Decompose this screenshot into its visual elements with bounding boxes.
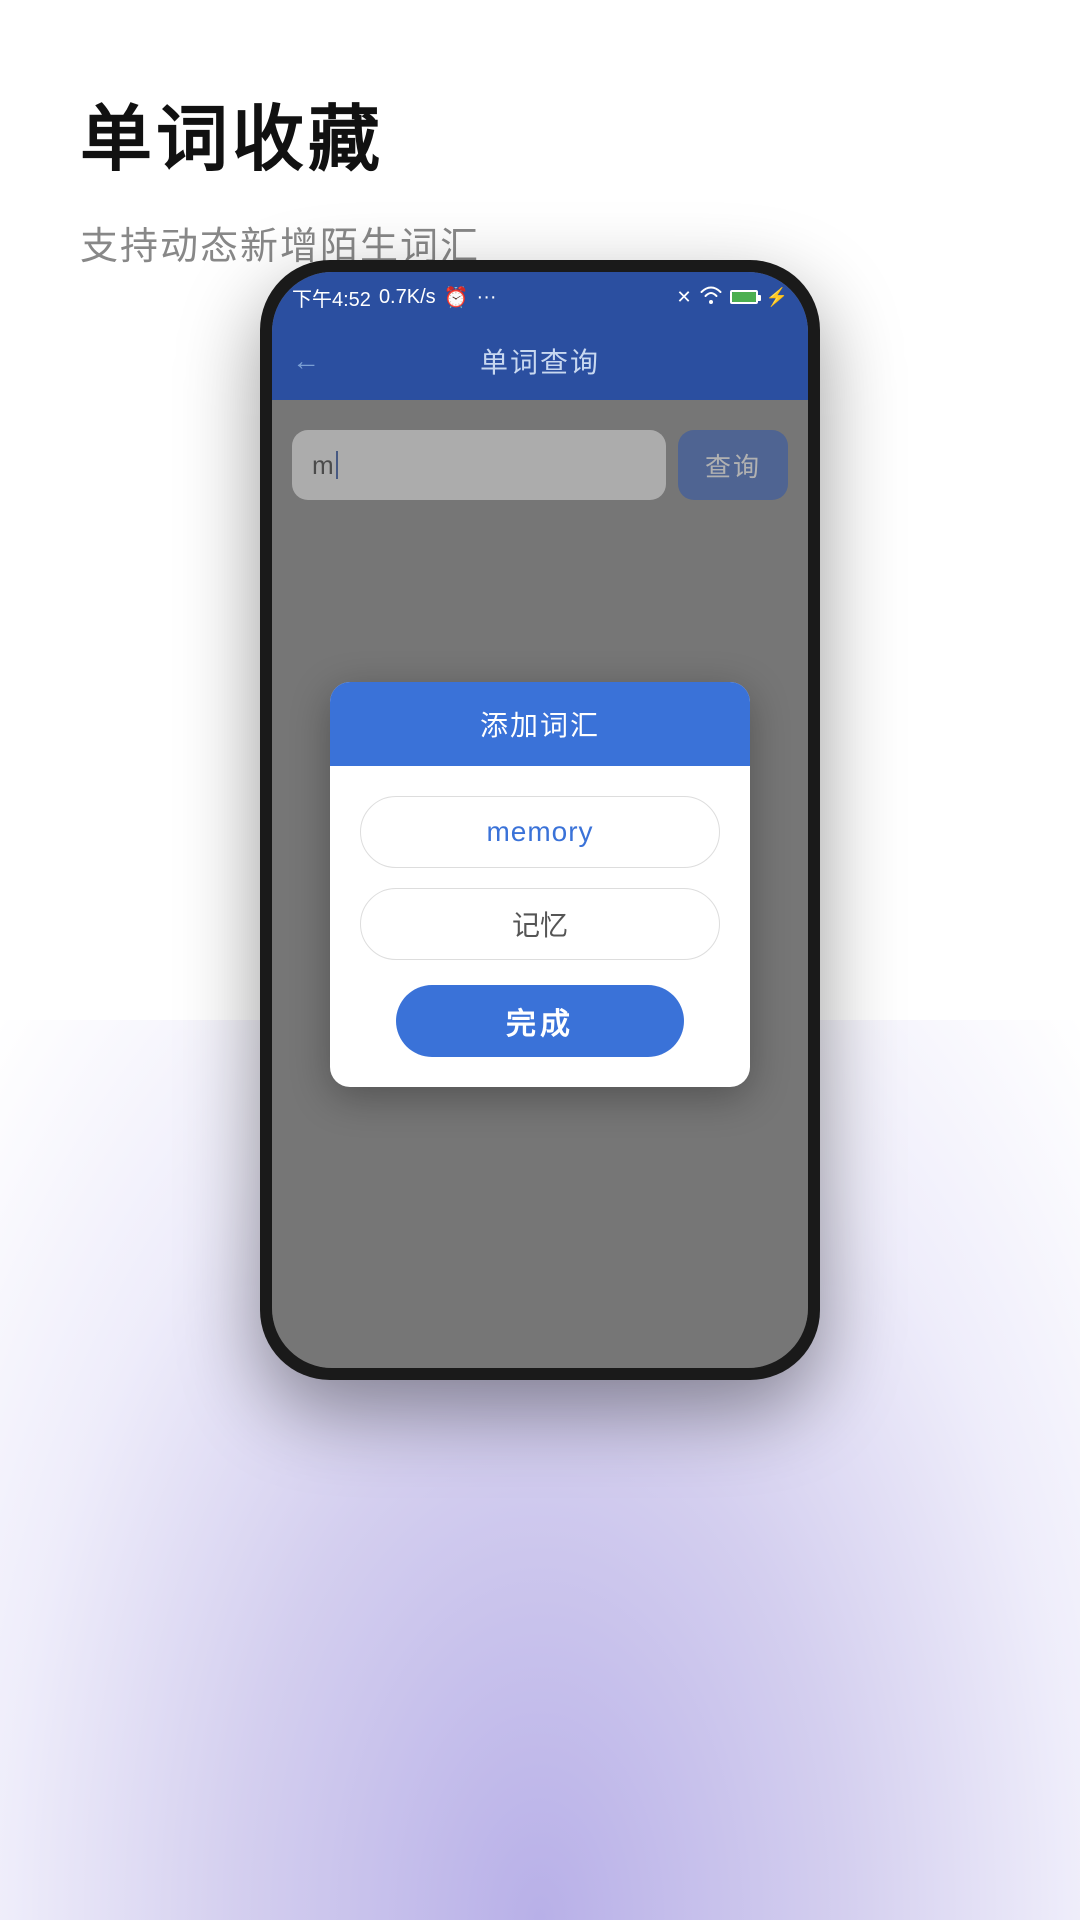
- confirm-button[interactable]: 完成: [396, 985, 684, 1057]
- phone-frame: 下午4:52 0.7K/s ⏰ ··· ✕: [260, 260, 820, 1380]
- charge-icon: ⚡: [766, 287, 788, 308]
- word-field[interactable]: memory: [360, 796, 720, 868]
- dialog-overlay: 添加词汇 memory 记忆 完成: [272, 400, 808, 1368]
- dialog-title: 添加词汇: [480, 710, 600, 741]
- more-icon: ···: [477, 286, 497, 309]
- page-title: 单词收藏: [80, 80, 1000, 185]
- word-value: memory: [486, 816, 593, 848]
- wifi-icon: [700, 286, 722, 309]
- dialog-title-bar: 添加词汇: [330, 682, 750, 766]
- dialog-box: 添加词汇 memory 记忆 完成: [330, 682, 750, 1087]
- status-time: 下午4:52: [292, 283, 371, 312]
- alarm-icon: ⏰: [444, 285, 469, 310]
- status-right: ✕ ⚡: [676, 286, 788, 309]
- status-left: 下午4:52 0.7K/s ⏰ ···: [292, 283, 497, 312]
- battery-fill: [732, 292, 756, 302]
- status-bar: 下午4:52 0.7K/s ⏰ ··· ✕: [272, 272, 808, 322]
- dialog-body: memory 记忆 完成: [330, 766, 750, 1087]
- top-bar-title: 单词查询: [480, 341, 600, 381]
- page-header: 单词收藏 支持动态新增陌生词汇: [0, 0, 1080, 290]
- phone-wrapper: 下午4:52 0.7K/s ⏰ ··· ✕: [260, 260, 820, 1380]
- top-bar: ← 单词查询: [272, 322, 808, 400]
- translation-value: 记忆: [512, 904, 568, 944]
- battery-icon: [730, 290, 758, 304]
- translation-field[interactable]: 记忆: [360, 888, 720, 960]
- close-icon: ✕: [676, 287, 691, 308]
- phone-screen: 下午4:52 0.7K/s ⏰ ··· ✕: [272, 272, 808, 1368]
- back-button[interactable]: ←: [292, 345, 320, 377]
- status-network: 0.7K/s: [379, 286, 436, 309]
